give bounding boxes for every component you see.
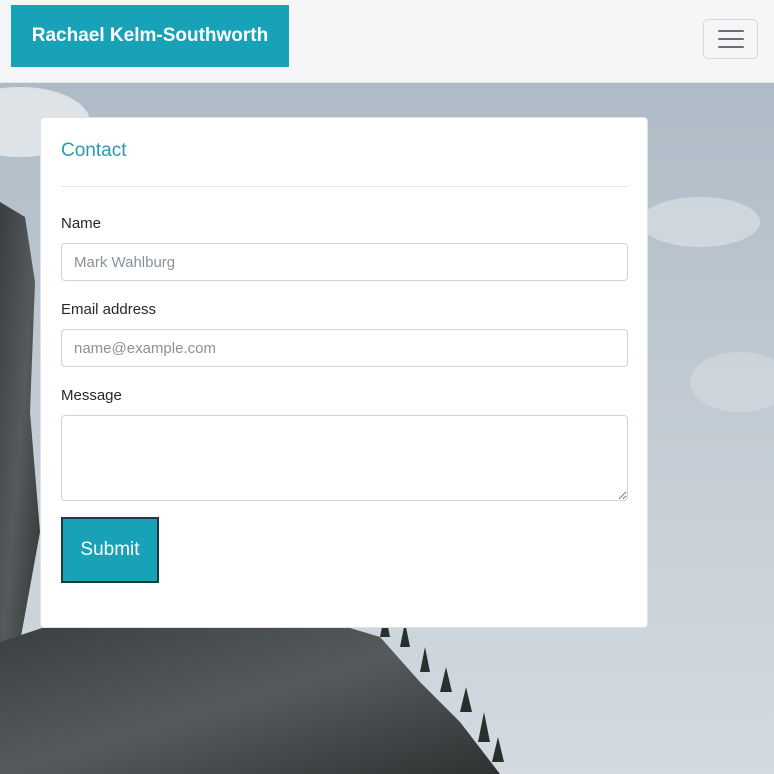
navbar-toggle-button[interactable] (703, 19, 758, 59)
divider (61, 186, 628, 187)
name-label: Name (61, 215, 102, 232)
navbar: Rachael Kelm-Southworth (0, 0, 774, 83)
name-input[interactable] (61, 243, 628, 281)
message-label: Message (61, 387, 122, 404)
contact-card: Contact Name Email address Message Submi… (40, 117, 648, 628)
email-label: Email address (61, 301, 157, 318)
submit-button[interactable]: Submit (61, 517, 159, 583)
card-title: Contact (61, 140, 127, 161)
hamburger-menu-icon (717, 29, 744, 49)
brand-link[interactable]: Rachael Kelm-Southworth (11, 5, 289, 67)
message-textarea[interactable] (61, 415, 628, 501)
email-input[interactable] (61, 329, 628, 367)
